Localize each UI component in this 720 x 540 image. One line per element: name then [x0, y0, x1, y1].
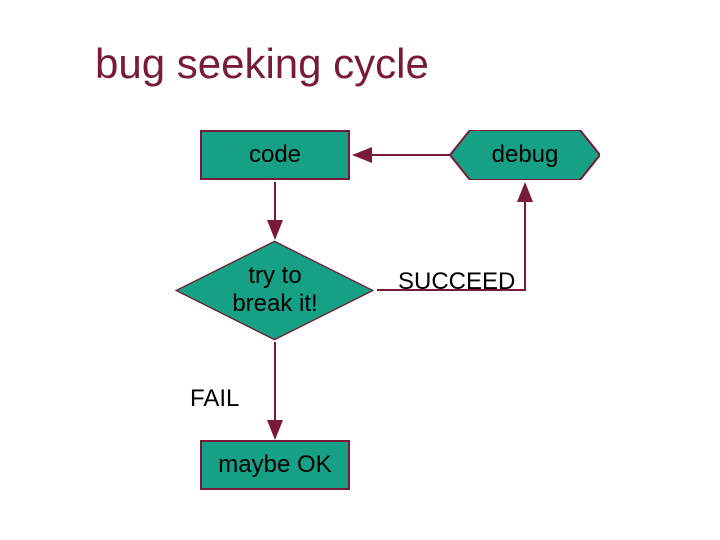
node-debug-label: debug: [450, 130, 600, 180]
node-decision: try to break it!: [175, 240, 375, 340]
node-maybe-ok: maybe OK: [200, 440, 350, 490]
node-code-label: code: [249, 141, 301, 169]
node-code: code: [200, 130, 350, 180]
edge-label-fail: FAIL: [190, 385, 239, 413]
node-decision-label: try to break it!: [175, 240, 375, 340]
edge-label-succeed: SUCCEED: [398, 268, 515, 296]
node-maybe-ok-label: maybe OK: [218, 451, 331, 479]
node-debug: debug: [450, 130, 600, 180]
diagram-title: bug seeking cycle: [95, 40, 429, 88]
